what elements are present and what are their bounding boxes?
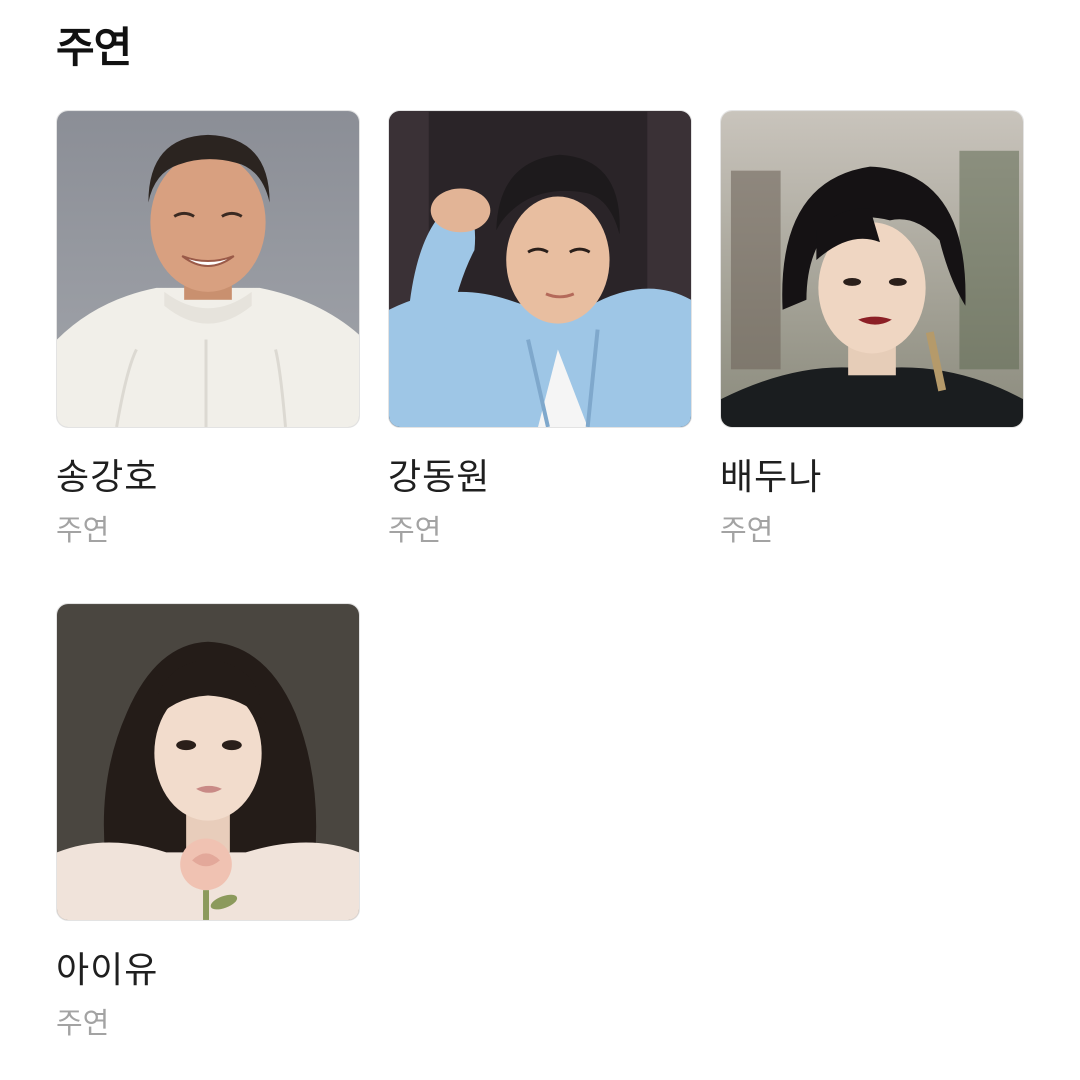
actor-role: 주연	[56, 513, 110, 547]
actor-name[interactable]: 배두나	[720, 456, 1024, 500]
actor-name[interactable]: 아이유	[56, 949, 360, 993]
cast-card-3[interactable]: 배두나 주연	[720, 110, 1024, 548]
cast-card-4[interactable]: 아이유 주연	[56, 603, 360, 1041]
actor-name[interactable]: 강동원	[388, 456, 692, 500]
cast-card-1[interactable]: 송강호 주연	[56, 110, 360, 548]
actor-photo[interactable]	[388, 110, 692, 428]
actor-photo[interactable]	[56, 110, 360, 428]
cast-card-2[interactable]: 강동원 주연	[388, 110, 692, 548]
actor-name[interactable]: 송강호	[56, 456, 360, 500]
actor-photo[interactable]	[56, 603, 360, 921]
actor-photo[interactable]	[720, 110, 1024, 428]
actor-role: 주연	[56, 1006, 110, 1040]
section-title: 주연	[56, 23, 132, 72]
actor-role: 주연	[720, 513, 774, 547]
actor-role: 주연	[388, 513, 442, 547]
